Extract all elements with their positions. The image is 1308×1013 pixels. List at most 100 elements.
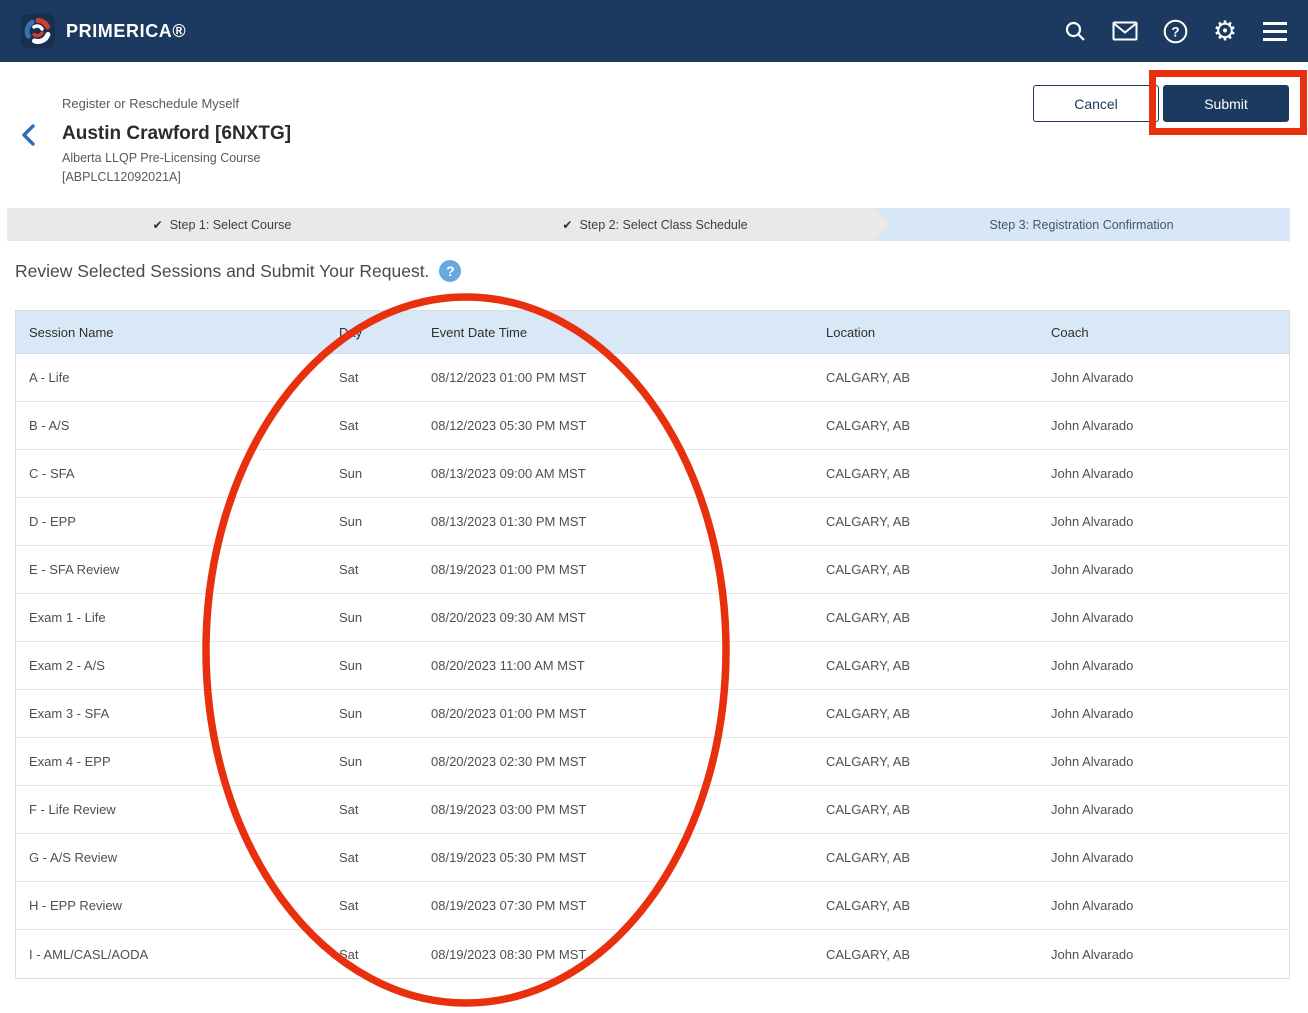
cell-session-name: Exam 2 - A/S (29, 658, 339, 673)
cell-location: CALGARY, AB (826, 514, 1051, 529)
submit-button[interactable]: Submit (1163, 85, 1289, 122)
section-help-icon[interactable]: ? (439, 260, 461, 282)
table-row: D - EPP Sun 08/13/2023 01:30 PM MST CALG… (16, 498, 1289, 546)
cell-location: CALGARY, AB (826, 562, 1051, 577)
cell-day: Sat (339, 802, 431, 817)
cell-event-date-time: 08/19/2023 05:30 PM MST (431, 850, 826, 865)
sessions-table: Session Name Day Event Date Time Locatio… (15, 310, 1290, 979)
cell-session-name: I - AML/CASL/AODA (29, 947, 339, 962)
cell-day: Sat (339, 850, 431, 865)
top-navbar: PRIMERICA® ? ⚙ (0, 0, 1308, 62)
navbar-actions: ? ⚙ (1062, 18, 1288, 44)
table-row: Exam 2 - A/S Sun 08/20/2023 11:00 AM MST… (16, 642, 1289, 690)
col-event-date-time: Event Date Time (431, 325, 826, 340)
cell-event-date-time: 08/13/2023 01:30 PM MST (431, 514, 826, 529)
cell-session-name: E - SFA Review (29, 562, 339, 577)
cell-coach: John Alvarado (1051, 466, 1289, 481)
gear-icon[interactable]: ⚙ (1212, 18, 1238, 44)
step-3-active: Step 3: Registration Confirmation (873, 208, 1290, 241)
mail-icon[interactable] (1112, 18, 1138, 44)
cell-session-name: Exam 1 - Life (29, 610, 339, 625)
col-session-name: Session Name (29, 325, 339, 340)
table-row: F - Life Review Sat 08/19/2023 03:00 PM … (16, 786, 1289, 834)
cell-coach: John Alvarado (1051, 418, 1289, 433)
table-row: Exam 1 - Life Sun 08/20/2023 09:30 AM MS… (16, 594, 1289, 642)
cell-coach: John Alvarado (1051, 514, 1289, 529)
table-row: I - AML/CASL/AODA Sat 08/19/2023 08:30 P… (16, 930, 1289, 978)
cell-location: CALGARY, AB (826, 370, 1051, 385)
cell-coach: John Alvarado (1051, 898, 1289, 913)
breadcrumb: Register or Reschedule Myself (62, 96, 239, 111)
cell-location: CALGARY, AB (826, 706, 1051, 721)
help-icon[interactable]: ? (1162, 18, 1188, 44)
cell-coach: John Alvarado (1051, 850, 1289, 865)
cell-day: Sat (339, 898, 431, 913)
cell-session-name: G - A/S Review (29, 850, 339, 865)
cell-day: Sat (339, 370, 431, 385)
cell-coach: John Alvarado (1051, 370, 1289, 385)
cell-location: CALGARY, AB (826, 754, 1051, 769)
course-code: [ABPLCL12092021A] (62, 168, 261, 187)
section-title: Review Selected Sessions and Submit Your… (15, 261, 429, 282)
cell-day: Sun (339, 514, 431, 529)
table-header-row: Session Name Day Event Date Time Locatio… (16, 311, 1289, 354)
cell-event-date-time: 08/19/2023 03:00 PM MST (431, 802, 826, 817)
cell-event-date-time: 08/19/2023 07:30 PM MST (431, 898, 826, 913)
primerica-logo-icon (20, 13, 56, 49)
menu-icon[interactable] (1262, 18, 1288, 44)
search-icon[interactable] (1062, 18, 1088, 44)
cell-location: CALGARY, AB (826, 947, 1051, 962)
table-row: Exam 4 - EPP Sun 08/20/2023 02:30 PM MST… (16, 738, 1289, 786)
table-body: A - Life Sat 08/12/2023 01:00 PM MST CAL… (16, 354, 1289, 978)
table-row: A - Life Sat 08/12/2023 01:00 PM MST CAL… (16, 354, 1289, 402)
cell-session-name: D - EPP (29, 514, 339, 529)
page: PRIMERICA® ? ⚙ (0, 0, 1308, 1013)
cell-event-date-time: 08/20/2023 02:30 PM MST (431, 754, 826, 769)
page-title: Austin Crawford [6NXTG] (62, 123, 291, 145)
step-2-label: Step 2: Select Class Schedule (579, 218, 747, 232)
section-title-row: Review Selected Sessions and Submit Your… (15, 260, 461, 282)
cancel-button[interactable]: Cancel (1033, 85, 1159, 122)
step-3-label: Step 3: Registration Confirmation (989, 218, 1173, 232)
check-icon: ✔ (153, 218, 163, 232)
cell-session-name: Exam 3 - SFA (29, 706, 339, 721)
col-location: Location (826, 325, 1051, 340)
cell-location: CALGARY, AB (826, 466, 1051, 481)
table-row: C - SFA Sun 08/13/2023 09:00 AM MST CALG… (16, 450, 1289, 498)
cell-day: Sun (339, 658, 431, 673)
cell-day: Sat (339, 947, 431, 962)
cell-session-name: B - A/S (29, 418, 339, 433)
cell-session-name: C - SFA (29, 466, 339, 481)
cell-day: Sat (339, 418, 431, 433)
cell-day: Sun (339, 706, 431, 721)
cell-event-date-time: 08/20/2023 01:00 PM MST (431, 706, 826, 721)
step-arrow-icon (873, 208, 891, 240)
cell-session-name: F - Life Review (29, 802, 339, 817)
cell-session-name: A - Life (29, 370, 339, 385)
cell-location: CALGARY, AB (826, 610, 1051, 625)
back-chevron-icon[interactable] (20, 124, 38, 146)
cell-coach: John Alvarado (1051, 802, 1289, 817)
cell-event-date-time: 08/13/2023 09:00 AM MST (431, 466, 826, 481)
cell-session-name: Exam 4 - EPP (29, 754, 339, 769)
table-row: H - EPP Review Sat 08/19/2023 07:30 PM M… (16, 882, 1289, 930)
step-progress-bar: ✔ Step 1: Select Course ✔ Step 2: Select… (7, 208, 1290, 241)
cell-location: CALGARY, AB (826, 850, 1051, 865)
cell-session-name: H - EPP Review (29, 898, 339, 913)
table-row: Exam 3 - SFA Sun 08/20/2023 01:00 PM MST… (16, 690, 1289, 738)
col-coach: Coach (1051, 325, 1289, 340)
cell-coach: John Alvarado (1051, 562, 1289, 577)
course-subtitle: Alberta LLQP Pre-Licensing Course [ABPLC… (62, 149, 261, 188)
primerica-logo[interactable]: PRIMERICA® (20, 13, 186, 49)
step-2: ✔ Step 2: Select Class Schedule (437, 208, 873, 241)
cell-day: Sun (339, 754, 431, 769)
cell-coach: John Alvarado (1051, 754, 1289, 769)
cell-location: CALGARY, AB (826, 418, 1051, 433)
step-1-label: Step 1: Select Course (170, 218, 292, 232)
table-row: G - A/S Review Sat 08/19/2023 05:30 PM M… (16, 834, 1289, 882)
cell-day: Sun (339, 610, 431, 625)
cell-location: CALGARY, AB (826, 898, 1051, 913)
table-row: B - A/S Sat 08/12/2023 05:30 PM MST CALG… (16, 402, 1289, 450)
cell-event-date-time: 08/20/2023 11:00 AM MST (431, 658, 826, 673)
col-day: Day (339, 325, 431, 340)
